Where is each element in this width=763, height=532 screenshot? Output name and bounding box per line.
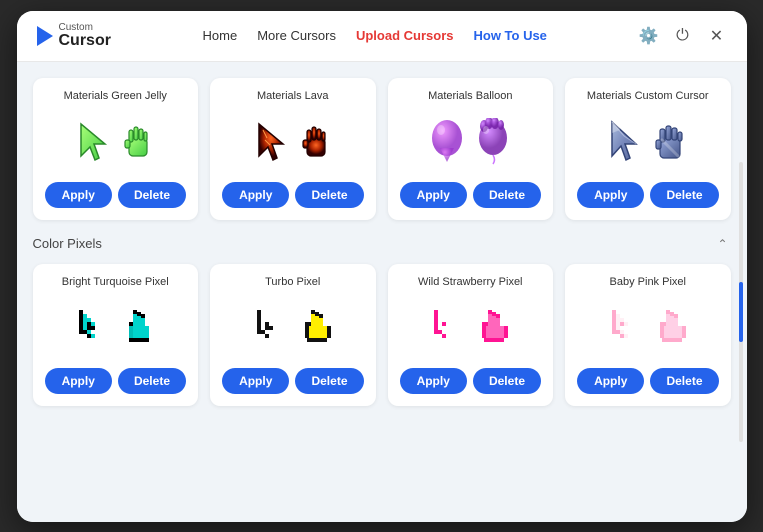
- materials-grid: Materials Green Jelly: [33, 78, 731, 220]
- green-jelly-arrow-icon: [77, 120, 113, 164]
- card-balloon: Materials Balloon: [388, 78, 554, 220]
- nav-links: Home More Cursors Upload Cursors How To …: [203, 28, 547, 43]
- strawberry-pixel-apply-button[interactable]: Apply: [400, 368, 467, 394]
- baby-pink-arrow-icon: [608, 306, 644, 350]
- baby-pink-pixel-apply-button[interactable]: Apply: [577, 368, 644, 394]
- browser-window: Custom Cursor Home More Cursors Upload C…: [17, 11, 747, 522]
- turbo-pixel-apply-button[interactable]: Apply: [222, 368, 289, 394]
- logo-arrow-icon: [37, 26, 53, 46]
- green-jelly-delete-button[interactable]: Delete: [118, 182, 186, 208]
- balloon-hand-icon: [474, 118, 512, 166]
- close-icon[interactable]: ✕: [707, 26, 727, 46]
- card-turbo-pixel: Turbo Pixel: [210, 264, 376, 406]
- balloon-delete-button[interactable]: Delete: [473, 182, 541, 208]
- logo: Custom Cursor: [37, 23, 111, 49]
- nav-how-to-use[interactable]: How To Use: [473, 28, 546, 43]
- turquoise-pixel-apply-button[interactable]: Apply: [45, 368, 112, 394]
- card-lava-images: [255, 112, 331, 172]
- nav-home[interactable]: Home: [203, 28, 238, 43]
- card-green-jelly-title: Materials Green Jelly: [64, 90, 167, 102]
- power-icon[interactable]: ⏻: [673, 26, 693, 46]
- turquoise-arrow-icon: [75, 306, 111, 350]
- strawberry-pixel-delete-button[interactable]: Delete: [473, 368, 541, 394]
- baby-pink-hand-icon: [652, 306, 688, 350]
- balloon-apply-button[interactable]: Apply: [400, 182, 467, 208]
- custom-cursor-delete-button[interactable]: Delete: [650, 182, 718, 208]
- turbo-pixel-delete-button[interactable]: Delete: [295, 368, 363, 394]
- settings-icon[interactable]: ⚙️: [639, 26, 659, 46]
- card-custom-cursor-images: [606, 112, 690, 172]
- green-jelly-apply-button[interactable]: Apply: [45, 182, 112, 208]
- card-lava: Materials Lava: [210, 78, 376, 220]
- strawberry-hand-icon: [474, 306, 510, 350]
- card-lava-buttons: Apply Delete: [222, 182, 364, 208]
- card-green-jelly: Materials Green Jelly: [33, 78, 199, 220]
- turbo-arrow-icon: [253, 306, 289, 350]
- card-baby-pink-pixel-buttons: Apply Delete: [577, 368, 719, 394]
- card-baby-pink-pixel: Baby Pink Pixel: [565, 264, 731, 406]
- card-balloon-buttons: Apply Delete: [400, 182, 542, 208]
- titlebar: Custom Cursor Home More Cursors Upload C…: [17, 11, 747, 62]
- card-custom-cursor-buttons: Apply Delete: [577, 182, 719, 208]
- section-collapse-button[interactable]: ⌃: [715, 236, 731, 252]
- nav-more-cursors[interactable]: More Cursors: [257, 28, 336, 43]
- card-turquoise-pixel-buttons: Apply Delete: [45, 368, 187, 394]
- card-lava-title: Materials Lava: [257, 90, 329, 102]
- lava-hand-icon: [299, 120, 331, 164]
- card-strawberry-pixel-buttons: Apply Delete: [400, 368, 542, 394]
- lava-apply-button[interactable]: Apply: [222, 182, 289, 208]
- card-turbo-pixel-images: [253, 298, 333, 358]
- card-baby-pink-pixel-title: Baby Pink Pixel: [610, 276, 686, 288]
- nav-upload-cursors[interactable]: Upload Cursors: [356, 28, 454, 43]
- green-jelly-hand-icon: [121, 120, 153, 164]
- card-turbo-pixel-title: Turbo Pixel: [265, 276, 320, 288]
- card-custom-cursor-title: Materials Custom Cursor: [587, 90, 709, 102]
- pixel-grid: Bright Turquoise Pixel: [33, 264, 731, 406]
- baby-pink-pixel-delete-button[interactable]: Delete: [650, 368, 718, 394]
- card-turbo-pixel-buttons: Apply Delete: [222, 368, 364, 394]
- balloon-arrow-icon: [428, 118, 466, 166]
- card-green-jelly-buttons: Apply Delete: [45, 182, 187, 208]
- custom-arrow-icon: [606, 118, 644, 166]
- card-balloon-title: Materials Balloon: [428, 90, 512, 102]
- turquoise-pixel-delete-button[interactable]: Delete: [118, 368, 186, 394]
- lava-arrow-icon: [255, 120, 291, 164]
- turquoise-hand-icon: [119, 306, 155, 350]
- card-turquoise-pixel-images: [75, 298, 155, 358]
- card-green-jelly-images: [77, 112, 153, 172]
- strawberry-arrow-icon: [430, 306, 466, 350]
- color-pixels-section-header: Color Pixels ⌃: [33, 236, 731, 252]
- card-turquoise-pixel-title: Bright Turquoise Pixel: [62, 276, 169, 288]
- turbo-hand-icon: [297, 306, 333, 350]
- scrollbar-thumb[interactable]: [739, 282, 743, 342]
- lava-delete-button[interactable]: Delete: [295, 182, 363, 208]
- card-custom-cursor: Materials Custom Cursor: [565, 78, 731, 220]
- custom-cursor-apply-button[interactable]: Apply: [577, 182, 644, 208]
- custom-hand-icon: [652, 118, 690, 166]
- main-content: Materials Green Jelly: [17, 62, 747, 522]
- card-turquoise-pixel: Bright Turquoise Pixel: [33, 264, 199, 406]
- logo-cursor-label: Cursor: [59, 33, 111, 49]
- logo-text: Custom Cursor: [59, 23, 111, 49]
- card-strawberry-pixel-title: Wild Strawberry Pixel: [418, 276, 523, 288]
- card-strawberry-pixel: Wild Strawberry Pixel: [388, 264, 554, 406]
- card-balloon-images: [428, 112, 512, 172]
- scrollbar-track: [739, 162, 743, 442]
- logo-custom-label: Custom: [59, 23, 111, 33]
- nav-icon-group: ⚙️ ⏻ ✕: [639, 26, 727, 46]
- card-strawberry-pixel-images: [430, 298, 510, 358]
- card-baby-pink-pixel-images: [608, 298, 688, 358]
- color-pixels-label: Color Pixels: [33, 236, 102, 251]
